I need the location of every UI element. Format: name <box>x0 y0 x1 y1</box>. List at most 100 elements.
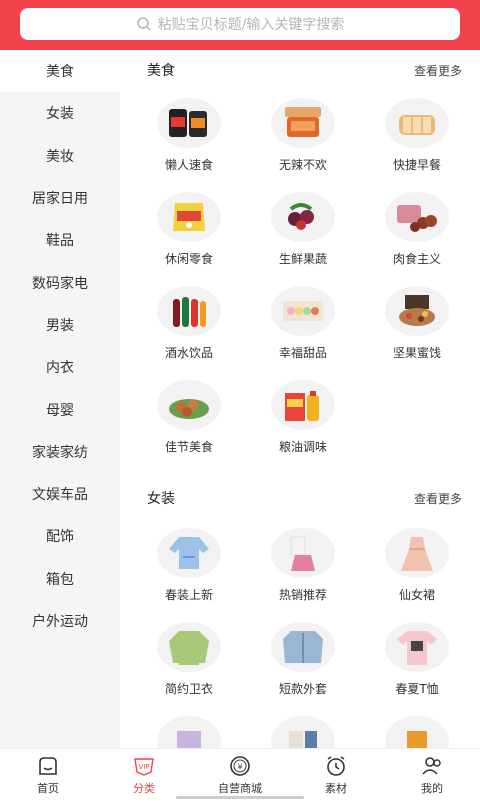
food-grid: 懒人速食 无辣不欢 快捷早餐 休闲零食 生鲜果蔬 肉食主义 酒水饮品 幸福甜品 … <box>132 98 474 458</box>
tab-label: 首页 <box>37 782 59 795</box>
outfit-icon <box>271 528 335 578</box>
category-label: 短款外套 <box>278 682 327 696</box>
sidebar-item-baby[interactable]: 母婴 <box>0 388 120 430</box>
category-item[interactable]: 春夏T恤 <box>360 622 474 700</box>
sidebar-item-womens-clothing[interactable]: 女装 <box>0 92 120 134</box>
instant-noodles-icon <box>157 98 221 148</box>
spicy-snack-icon <box>271 98 335 148</box>
home-indicator <box>176 796 304 799</box>
category-item[interactable]: 无辣不欢 <box>246 98 360 176</box>
view-more-link[interactable]: 查看更多 <box>414 490 462 507</box>
category-label: 热销推荐 <box>278 588 327 602</box>
category-label: 生鲜果蔬 <box>278 252 327 266</box>
category-item[interactable]: 短款外套 <box>246 622 360 700</box>
category-label: 肉食主义 <box>392 252 441 266</box>
search-icon <box>136 17 151 31</box>
nuts-icon <box>385 286 449 336</box>
section-title: 美食 <box>147 63 175 79</box>
yuan-coin-icon: ¥ <box>230 756 250 776</box>
tab-label: 我的 <box>421 782 443 795</box>
macaron-icon <box>271 286 335 336</box>
tab-self-mall[interactable]: ¥ 自营商城 <box>192 749 288 801</box>
category-label: 粮油调味 <box>278 440 327 454</box>
category-item[interactable]: 佳节美食 <box>132 380 246 458</box>
category-label: 坚果蜜饯 <box>392 346 441 360</box>
clothing-thumb-icon <box>157 716 221 748</box>
category-item <box>360 716 474 748</box>
category-label: 酒水饮品 <box>164 346 213 360</box>
vip-icon: VIP <box>134 758 154 776</box>
user-icon <box>422 757 441 775</box>
tshirt-icon <box>385 622 449 672</box>
category-item[interactable]: 春装上新 <box>132 528 246 606</box>
category-label: 春夏T恤 <box>395 682 439 696</box>
sidebar-item-home-textile[interactable]: 家装家纺 <box>0 431 120 473</box>
view-more-link[interactable]: 查看更多 <box>414 62 462 79</box>
search-input[interactable]: 粘贴宝贝标题/输入关键字搜索 <box>20 8 460 40</box>
festival-food-icon <box>157 380 221 430</box>
drinks-icon <box>157 286 221 336</box>
section-header-womens: 女装 查看更多 <box>147 487 462 509</box>
category-item[interactable]: 懒人速食 <box>132 98 246 176</box>
tab-label: 素材 <box>325 782 347 795</box>
category-label: 懒人速食 <box>164 158 213 172</box>
svg-text:¥: ¥ <box>237 763 242 772</box>
category-item[interactable]: 生鲜果蔬 <box>246 192 360 270</box>
category-content[interactable]: 美食 查看更多 懒人速食 无辣不欢 快捷早餐 休闲零食 生鲜果蔬 肉食主义 酒水… <box>120 50 480 748</box>
sidebar-item-outdoor[interactable]: 户外运动 <box>0 600 120 642</box>
tab-category[interactable]: VIP 分类 <box>96 749 192 801</box>
section-header-food: 美食 查看更多 <box>147 59 462 81</box>
tab-home[interactable]: 首页 <box>0 749 96 801</box>
category-label: 休闲零食 <box>164 252 213 266</box>
bottom-tab-bar: 首页 VIP 分类 ¥ 自营商城 素材 我的 <box>0 748 480 801</box>
category-item <box>132 716 246 748</box>
sidebar-item-entertainment-car[interactable]: 文娱车品 <box>0 473 120 515</box>
category-label: 春装上新 <box>164 588 213 602</box>
meat-icon <box>385 192 449 242</box>
sweatshirt-icon <box>157 622 221 672</box>
category-item[interactable]: 简约卫衣 <box>132 622 246 700</box>
womens-grid: 春装上新 热销推荐 仙女裙 简约卫衣 短款外套 春夏T恤 <box>132 528 474 748</box>
category-item[interactable]: 幸福甜品 <box>246 286 360 364</box>
category-item[interactable]: 坚果蜜饯 <box>360 286 474 364</box>
bread-icon <box>385 98 449 148</box>
sidebar-item-food[interactable]: 美食 <box>0 50 120 93</box>
category-label: 仙女裙 <box>398 588 435 602</box>
category-item <box>246 716 360 748</box>
section-title: 女装 <box>147 491 175 507</box>
category-item[interactable]: 热销推荐 <box>246 528 360 606</box>
tab-label: 分类 <box>133 782 155 795</box>
category-item[interactable]: 休闲零食 <box>132 192 246 270</box>
search-placeholder: 粘贴宝贝标题/输入关键字搜索 <box>157 17 345 33</box>
denim-jacket-icon <box>271 622 335 672</box>
category-item[interactable]: 粮油调味 <box>246 380 360 458</box>
sidebar-item-beauty[interactable]: 美妆 <box>0 135 120 177</box>
category-label: 快捷早餐 <box>392 158 441 172</box>
category-label: 幸福甜品 <box>278 346 327 360</box>
blouse-icon <box>157 528 221 578</box>
svg-text:VIP: VIP <box>138 763 149 771</box>
sidebar-item-underwear[interactable]: 内衣 <box>0 346 120 388</box>
sidebar-item-electronics[interactable]: 数码家电 <box>0 261 120 303</box>
category-label: 无辣不欢 <box>278 158 327 172</box>
alarm-clock-icon <box>327 756 345 776</box>
home-icon <box>39 757 57 775</box>
snack-bag-icon <box>157 192 221 242</box>
sidebar-item-shoes[interactable]: 鞋品 <box>0 219 120 261</box>
sidebar-item-accessories[interactable]: 配饰 <box>0 515 120 557</box>
sidebar-item-bags[interactable]: 箱包 <box>0 558 120 600</box>
sidebar-item-mens-clothing[interactable]: 男装 <box>0 304 120 346</box>
clothing-thumb-icon <box>385 716 449 748</box>
tab-materials[interactable]: 素材 <box>288 749 384 801</box>
tab-mine[interactable]: 我的 <box>384 749 480 801</box>
sidebar-item-household[interactable]: 居家日用 <box>0 177 120 219</box>
category-item[interactable]: 肉食主义 <box>360 192 474 270</box>
category-item[interactable]: 仙女裙 <box>360 528 474 606</box>
oil-rice-icon <box>271 380 335 430</box>
category-label: 佳节美食 <box>164 440 213 454</box>
category-item[interactable]: 快捷早餐 <box>360 98 474 176</box>
tab-label: 自营商城 <box>218 782 262 795</box>
category-item[interactable]: 酒水饮品 <box>132 286 246 364</box>
category-sidebar: 美食 女装 美妆 居家日用 鞋品 数码家电 男装 内衣 母婴 家装家纺 文娱车品… <box>0 50 120 748</box>
category-label: 简约卫衣 <box>164 682 213 696</box>
